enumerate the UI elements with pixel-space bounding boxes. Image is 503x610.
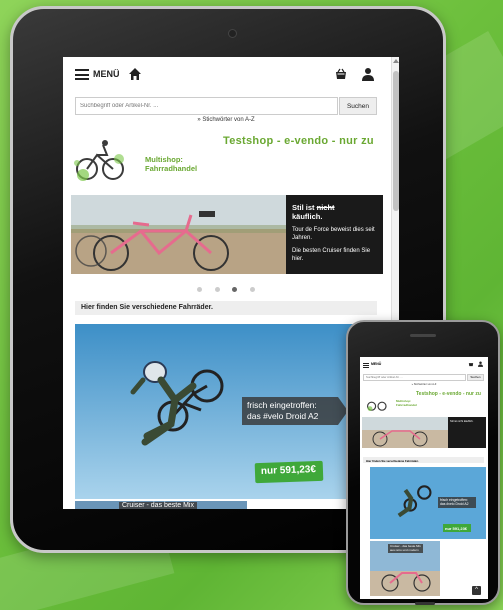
promo-label: frisch eingetroffen: das #velo Droid A2: [438, 497, 476, 508]
search-bar: Suchen: [75, 97, 377, 115]
phone-device: MENÜ Suchbegriff oder Artikel-Nr. ... Su…: [346, 320, 500, 605]
scrollbar-thumb[interactable]: [393, 71, 399, 211]
promo-teaser[interactable]: frisch eingetroffen: das #velo Droid A2 …: [370, 467, 486, 539]
heading-suffix: käuflich.: [292, 212, 323, 221]
pink-cruiser-bike-image: [71, 195, 286, 274]
bike-logo-icon: [74, 140, 124, 181]
price-badge: nur 591,23€: [254, 460, 324, 484]
slider-dots: [63, 279, 389, 297]
promo-label: frisch eingetroffen: das #velo Droid A2: [242, 397, 338, 425]
hamburger-menu-icon[interactable]: [75, 69, 89, 80]
menu-label[interactable]: MENÜ: [371, 362, 381, 366]
slider-dot[interactable]: [214, 287, 220, 292]
logo-line2: Fahrradhandel: [145, 164, 198, 173]
cruiser-line2: aus retro und modern: [390, 547, 419, 552]
cruiser-label: Cruiser - das beste Mix: [119, 502, 197, 509]
slider-caption: Stil ist nicht käuflich. Tour de Force b…: [286, 195, 383, 274]
pink-cruiser-bike-image: [362, 417, 448, 447]
home-icon[interactable]: [128, 67, 142, 81]
shop-banner[interactable]: Testshop - e-vendo - nur zu Multishop: F…: [73, 131, 389, 189]
back-to-top-button[interactable]: ^: [472, 586, 481, 595]
user-icon[interactable]: [362, 67, 374, 81]
camera-icon: [228, 29, 237, 38]
promo-line2: das #velo Droid A2: [247, 410, 319, 421]
promo-line1: frisch eingetroffen:: [247, 400, 317, 410]
image-slider[interactable]: Stil ist nicht käuflich. Tour de Force b…: [71, 195, 383, 274]
heading-strike: nicht: [316, 203, 335, 212]
search-button[interactable]: Suchen: [339, 97, 377, 115]
phone-screen: MENÜ Suchbegriff oder Artikel-Nr. ... Su…: [360, 357, 488, 599]
banner-text: Testshop - e-vendo - nur zu: [416, 391, 481, 397]
slider-text-1: Tour de Force beweist dies seit Jahren.: [292, 227, 375, 241]
slider-dot[interactable]: [197, 287, 203, 292]
promo-line2: das #velo Droid A2: [440, 502, 469, 507]
search-input[interactable]: [75, 97, 338, 115]
logo-text: Multishop: Fahrradhandel: [396, 399, 417, 407]
intro-heading: Hier finden Sie verschiedene Fahrräder.: [75, 301, 377, 315]
keywords-az-link[interactable]: » Stichwörter von A-Z: [63, 117, 389, 123]
top-bar: MENÜ: [63, 57, 389, 97]
slider-dot-active[interactable]: [232, 287, 238, 292]
keywords-az-link[interactable]: » Stichwörter von A-Z: [360, 383, 488, 386]
logo-line1: Multishop:: [145, 155, 183, 164]
slider-caption: Stil ist nicht käuflich.: [448, 417, 486, 448]
promo-teaser[interactable]: frisch eingetroffen: das #velo Droid A2 …: [75, 324, 357, 499]
home-button-icon: [415, 602, 435, 605]
intro-heading: Hier finden Sie verschiedene Fahrräder.: [363, 457, 484, 463]
image-slider[interactable]: Stil ist nicht käuflich.: [362, 417, 486, 448]
logo-line2: Fahrradhandel: [396, 402, 417, 407]
logo-text: Multishop: Fahrradhandel: [145, 155, 197, 173]
user-icon[interactable]: [478, 361, 483, 367]
search-input[interactable]: Suchbegriff oder Artikel-Nr. ...: [363, 374, 466, 381]
cart-icon[interactable]: [334, 67, 348, 81]
banner-text: Testshop - e-vendo - nur zu: [223, 135, 374, 147]
slider-dot[interactable]: [249, 287, 255, 292]
cruiser-teaser[interactable]: Cruiser - das beste Mix aus retro und mo…: [370, 541, 440, 596]
price-badge: nur 591,23€: [443, 524, 471, 532]
heading-prefix: Stil ist: [292, 203, 315, 212]
slider-heading: Stil ist nicht käuflich.: [292, 203, 377, 221]
speaker-icon: [410, 334, 436, 337]
cruiser-label: Cruiser - das beste Mix aus retro und mo…: [388, 544, 423, 554]
menu-label[interactable]: MENÜ: [93, 69, 120, 79]
scroll-up-arrow-icon[interactable]: [393, 59, 399, 63]
cart-icon[interactable]: [468, 361, 474, 367]
bike-logo-icon: [367, 401, 387, 411]
cruiser-teaser[interactable]: Cruiser - das beste Mix: [75, 501, 247, 509]
search-button[interactable]: Suchen: [467, 374, 484, 381]
hamburger-menu-icon[interactable]: [363, 363, 369, 368]
slider-text-2: Die besten Cruiser finden Sie hier.: [292, 248, 371, 262]
